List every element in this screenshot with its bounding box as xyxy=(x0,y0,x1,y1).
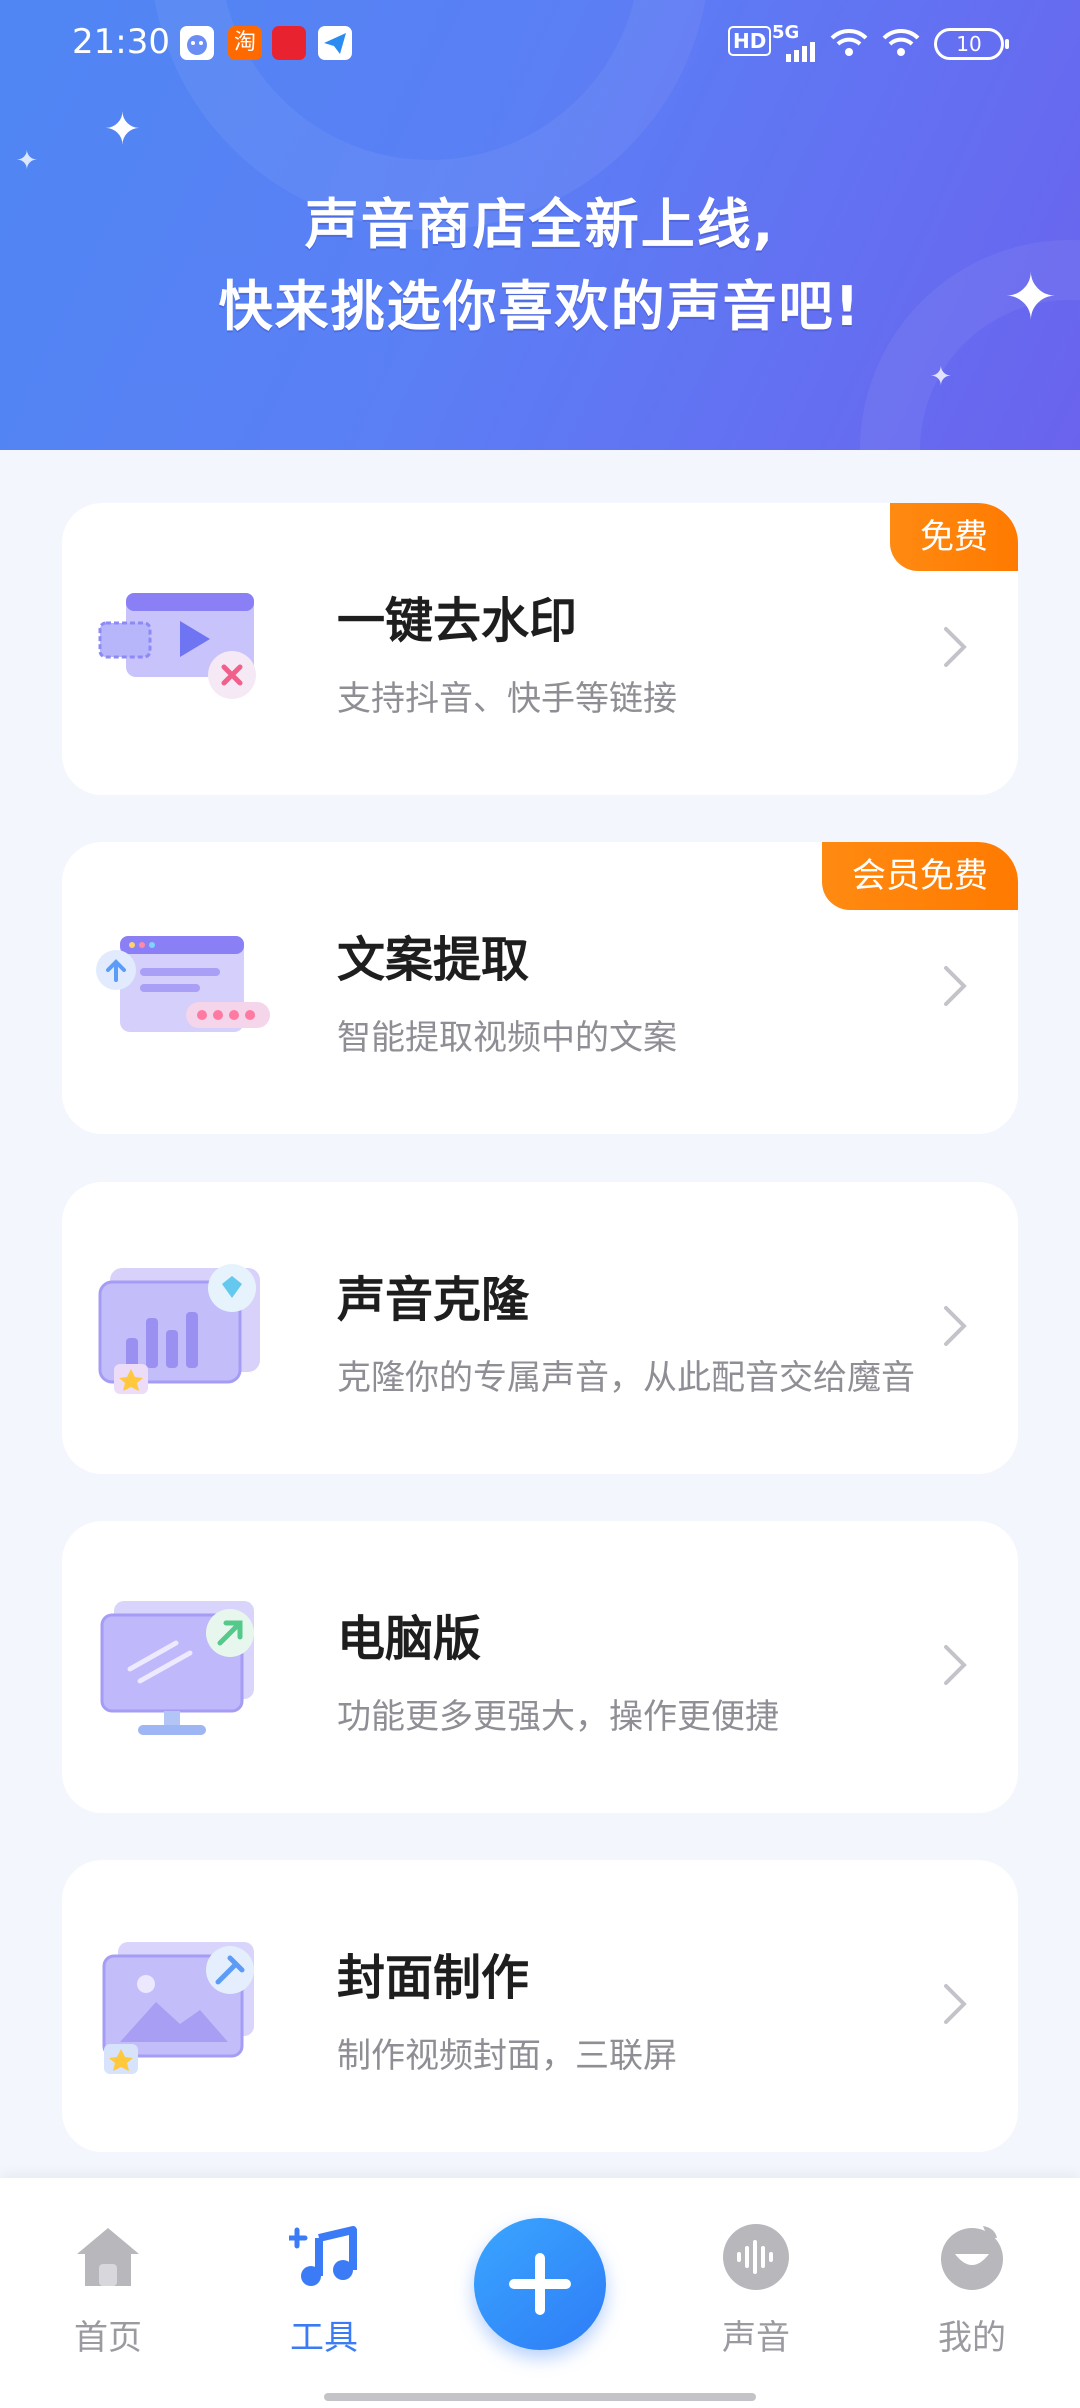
card-title: 声音克隆 xyxy=(337,1272,530,1328)
create-button[interactable] xyxy=(474,2218,606,2350)
member-free-badge: 会员免费 xyxy=(822,842,1018,910)
taobao-icon: 淘 xyxy=(228,26,262,60)
tool-card-desktop[interactable]: 电脑版 功能更多更强大，操作更便捷 xyxy=(62,1521,1018,1813)
card-subtitle: 制作视频封面，三联屏 xyxy=(337,2036,677,2076)
banner-title-line2: 快来挑选你喜欢的声音吧! xyxy=(218,275,862,338)
chevron-right-icon xyxy=(944,627,967,667)
home-indicator xyxy=(324,2393,756,2401)
status-bar: 21:30 淘 HD 5G 10 xyxy=(0,0,1080,90)
signal-icon xyxy=(786,42,815,62)
wifi-icon xyxy=(882,28,920,56)
wifi-icon xyxy=(830,28,868,56)
banner-title-line1: 声音商店全新上线, xyxy=(304,193,776,256)
nav-profile[interactable]: 我的 xyxy=(902,2222,1042,2359)
free-badge: 免费 xyxy=(890,503,1018,571)
voice-clone-icon xyxy=(98,1264,260,1394)
sparkle-icon: ✦ xyxy=(104,104,141,155)
sparkle-icon: ✦ xyxy=(16,146,38,176)
card-title: 封面制作 xyxy=(337,1950,530,2006)
tool-card-text-extract[interactable]: 会员免费 文案提取 智能提取视频中的文案 xyxy=(62,842,1018,1134)
cover-maker-icon xyxy=(102,1942,254,2074)
chevron-right-icon xyxy=(944,1306,967,1346)
chevron-right-icon xyxy=(944,1984,967,2024)
nav-voice[interactable]: 声音 xyxy=(686,2222,826,2359)
nav-profile-label: 我的 xyxy=(938,2318,1006,2358)
nav-voice-label: 声音 xyxy=(722,2318,790,2358)
nav-tools-label: 工具 xyxy=(290,2318,358,2358)
tool-card-voice-clone[interactable]: 声音克隆 克隆你的专属声音，从此配音交给魔音 xyxy=(62,1182,1018,1474)
music-tools-icon xyxy=(289,2226,357,2286)
message-send-icon xyxy=(318,26,352,60)
tool-card-remove-watermark[interactable]: 免费 一键去水印 支持抖音、快手等链接 xyxy=(62,503,1018,795)
card-subtitle: 智能提取视频中的文案 xyxy=(337,1018,677,1058)
card-title: 文案提取 xyxy=(337,932,530,988)
nav-home[interactable]: 首页 xyxy=(38,2222,178,2359)
desktop-version-icon xyxy=(100,1601,254,1735)
tool-card-cover-maker[interactable]: 封面制作 制作视频封面，三联屏 xyxy=(62,1860,1018,2152)
nav-tools[interactable]: 工具 xyxy=(254,2222,394,2359)
nav-home-label: 首页 xyxy=(74,2318,142,2358)
chevron-right-icon xyxy=(944,966,967,1006)
hd-indicator: HD xyxy=(728,26,772,56)
plus-icon xyxy=(509,2253,571,2315)
card-subtitle: 支持抖音、快手等链接 xyxy=(337,679,677,719)
card-title: 电脑版 xyxy=(337,1611,482,1667)
card-subtitle: 克隆你的专属声音，从此配音交给魔音 xyxy=(337,1358,915,1398)
text-extract-icon xyxy=(96,936,270,1032)
android-notif-icon xyxy=(180,26,214,60)
battery-indicator: 10 xyxy=(934,28,1009,60)
voice-wave-icon xyxy=(723,2224,789,2290)
card-title: 一键去水印 xyxy=(337,593,578,649)
douyin-notif-icon xyxy=(272,26,306,60)
card-subtitle: 功能更多更强大，操作更便捷 xyxy=(337,1697,779,1737)
home-icon xyxy=(77,2228,139,2286)
status-time: 21:30 xyxy=(72,22,170,62)
bottom-nav: 首页 工具 声音 我的 xyxy=(0,2178,1080,2408)
sparkle-icon: ✦ xyxy=(930,362,952,392)
chevron-right-icon xyxy=(944,1645,967,1685)
profile-icon xyxy=(941,2226,1003,2290)
video-remove-watermark-icon xyxy=(98,593,256,699)
